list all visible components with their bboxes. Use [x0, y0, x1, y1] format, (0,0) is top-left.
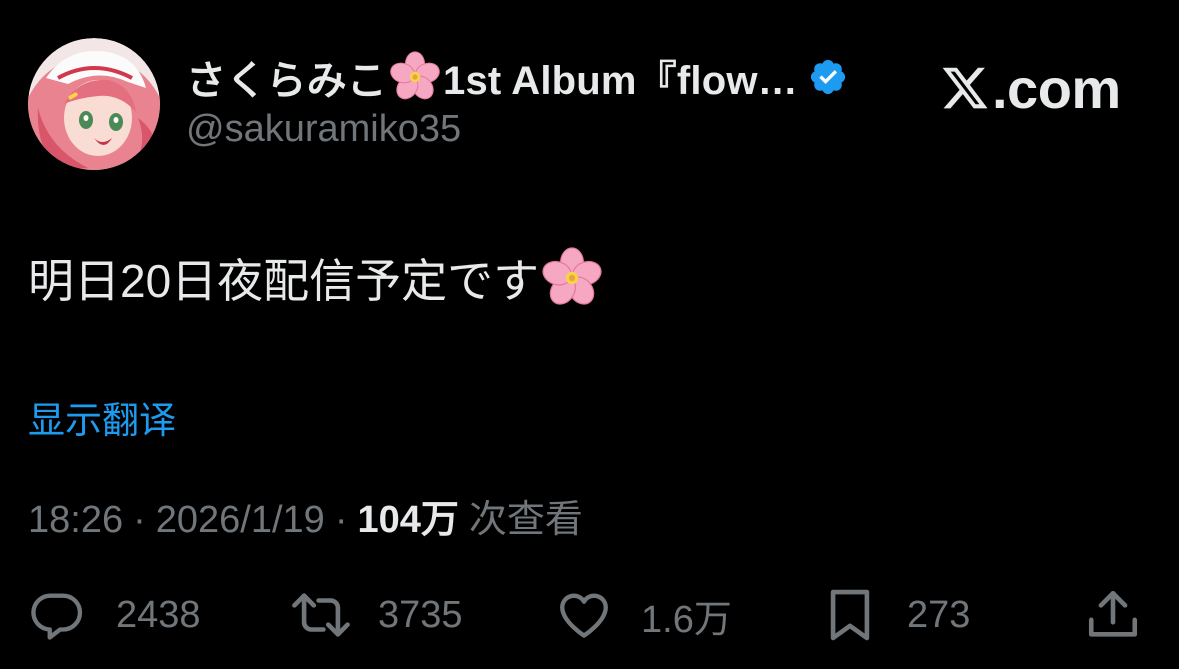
avatar[interactable] [28, 38, 160, 170]
x-logo: .com [940, 56, 1121, 120]
display-name-suffix: 1st Album『flow… [443, 59, 798, 103]
meta-separator: · [133, 499, 146, 541]
like-count: 1.6万 [641, 598, 732, 641]
translate-link[interactable]: 显示翻译 [28, 390, 176, 444]
cherry-blossom-icon [542, 247, 602, 305]
meta-separator: · [334, 499, 348, 541]
share-button[interactable] [1084, 580, 1142, 650]
tweet-meta: 18:26 · 2026/1/19 · 104万 次查看 [28, 488, 583, 543]
bookmark-icon [830, 589, 870, 641]
user-name-row[interactable]: さくらみこ 1st Album『flow… [186, 48, 848, 106]
cherry-blossom-icon [390, 51, 440, 100]
display-name: さくらみこ [186, 59, 387, 103]
tweet-text: 明日20日夜配信予定です [28, 245, 603, 311]
user-handle[interactable]: @sakuramiko35 [186, 108, 461, 151]
avatar-image [28, 38, 160, 170]
x-logo-icon [942, 67, 988, 109]
bookmark-button[interactable]: 273 [825, 580, 970, 650]
retweet-button[interactable]: 3735 [288, 580, 463, 650]
tweet-time[interactable]: 18:26 [28, 499, 123, 542]
tweet-text-content: 明日20日夜配信予定です [28, 255, 540, 307]
reply-icon [31, 593, 83, 640]
tweet-date[interactable]: 2026/1/19 [156, 499, 325, 542]
like-button[interactable]: 1.6万 [555, 580, 732, 650]
retweet-count: 3735 [378, 593, 463, 636]
share-icon [1088, 590, 1138, 637]
views-count: 104万 [357, 499, 459, 541]
bookmark-count: 273 [907, 593, 971, 636]
reply-button[interactable]: 2438 [28, 580, 201, 650]
reply-count: 2438 [116, 593, 201, 636]
x-domain-text: .com [992, 56, 1121, 120]
tweet-card: さくらみこ 1st Album『flow… @sakuramiko35 .com… [0, 0, 1179, 669]
heart-icon [560, 593, 608, 638]
retweet-icon [292, 593, 350, 637]
views-label: 次查看 [468, 499, 583, 541]
verified-badge-icon [810, 59, 845, 95]
action-bar: 2438 3735 1.6万 273 [0, 580, 1179, 650]
